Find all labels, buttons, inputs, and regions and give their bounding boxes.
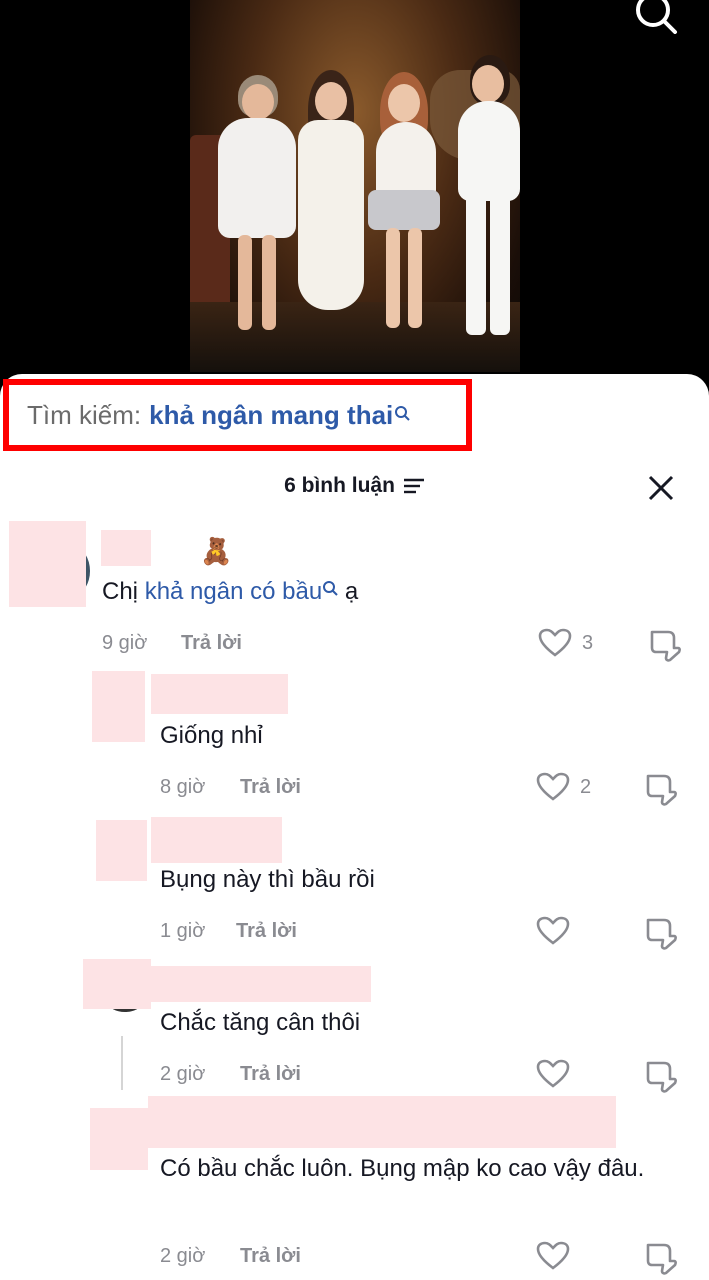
- performer: [452, 55, 520, 340]
- redacted-avatar: [92, 671, 145, 742]
- heart-icon: [536, 1241, 570, 1270]
- like-count: 3: [582, 631, 594, 654]
- redacted-avatar: [83, 959, 151, 1009]
- video-frame: [190, 0, 520, 372]
- redacted-avatar: [9, 521, 86, 607]
- thread-line: [121, 1036, 123, 1090]
- search-prefix: Tìm kiếm:: [27, 399, 142, 430]
- heart-icon: [538, 628, 572, 657]
- search-term[interactable]: khả ngân mang thai: [149, 400, 393, 431]
- performer: [362, 70, 442, 340]
- comment-emoji: 🧸: [200, 536, 233, 566]
- comment-text-part: ạ: [338, 578, 359, 605]
- comment-count: 6 bình luận: [284, 474, 395, 497]
- comment-time: 2 giờ: [160, 1245, 206, 1267]
- dislike-icon[interactable]: [644, 916, 678, 950]
- redacted-username: [148, 1096, 616, 1148]
- redacted-avatar: [96, 820, 147, 881]
- heart-icon: [536, 916, 570, 945]
- performer: [288, 70, 368, 340]
- reply-button[interactable]: Trả lời: [240, 1063, 301, 1086]
- search-icon: [323, 581, 338, 596]
- comment-time: 8 giờ: [160, 776, 206, 798]
- like-button[interactable]: 2: [536, 772, 591, 802]
- sort-icon[interactable]: [403, 478, 425, 494]
- comment-text: Có bầu chắc luôn. Bụng mập ko cao vậy đâ…: [160, 1155, 645, 1182]
- reply-button[interactable]: Trả lời: [236, 920, 297, 943]
- comment-count-wrap: 6 bình luận: [0, 474, 709, 498]
- redacted-username: [101, 530, 151, 566]
- search-suggestion-bar[interactable]: Tìm kiếm: khả ngân mang thai: [3, 379, 472, 451]
- like-button[interactable]: [536, 1059, 580, 1089]
- video-player[interactable]: [0, 0, 709, 400]
- comment-time: 2 giờ: [160, 1063, 206, 1085]
- redacted-username: [151, 966, 371, 1002]
- comments-header: 6 bình luận: [0, 470, 709, 510]
- comment-text: Bụng này thì bầu rồi: [160, 866, 375, 893]
- dislike-icon[interactable]: [648, 628, 682, 662]
- redacted-avatar: [90, 1108, 148, 1170]
- comment-search-link[interactable]: khả ngân có bầu: [145, 578, 322, 605]
- dislike-icon[interactable]: [644, 1241, 678, 1275]
- like-count: 2: [580, 775, 592, 798]
- search-icon: [395, 406, 410, 421]
- search-icon[interactable]: [635, 0, 681, 34]
- heart-icon: [536, 772, 570, 801]
- comment-time: 1 giờ: [160, 920, 206, 942]
- comment-text: Giống nhỉ: [160, 722, 263, 749]
- performer: [210, 70, 300, 340]
- comment-text: Chị khả ngân có bầu ạ: [102, 578, 358, 606]
- reply-button[interactable]: Trả lời: [240, 776, 301, 799]
- close-icon[interactable]: [645, 472, 677, 504]
- heart-icon: [536, 1059, 570, 1088]
- like-button[interactable]: 3: [538, 628, 593, 658]
- reply-button[interactable]: Trả lời: [181, 632, 242, 655]
- redacted-username: [151, 817, 282, 863]
- dislike-icon[interactable]: [644, 1059, 678, 1093]
- dislike-icon[interactable]: [644, 772, 678, 806]
- like-button[interactable]: [536, 1241, 580, 1271]
- like-button[interactable]: [536, 916, 580, 946]
- reply-button[interactable]: Trả lời: [240, 1245, 301, 1268]
- comment-text: Chắc tăng cân thôi: [160, 1009, 361, 1036]
- redacted-username: [151, 674, 288, 714]
- comment-text-part: Chị: [102, 578, 145, 605]
- comment-time: 9 giờ: [102, 632, 148, 654]
